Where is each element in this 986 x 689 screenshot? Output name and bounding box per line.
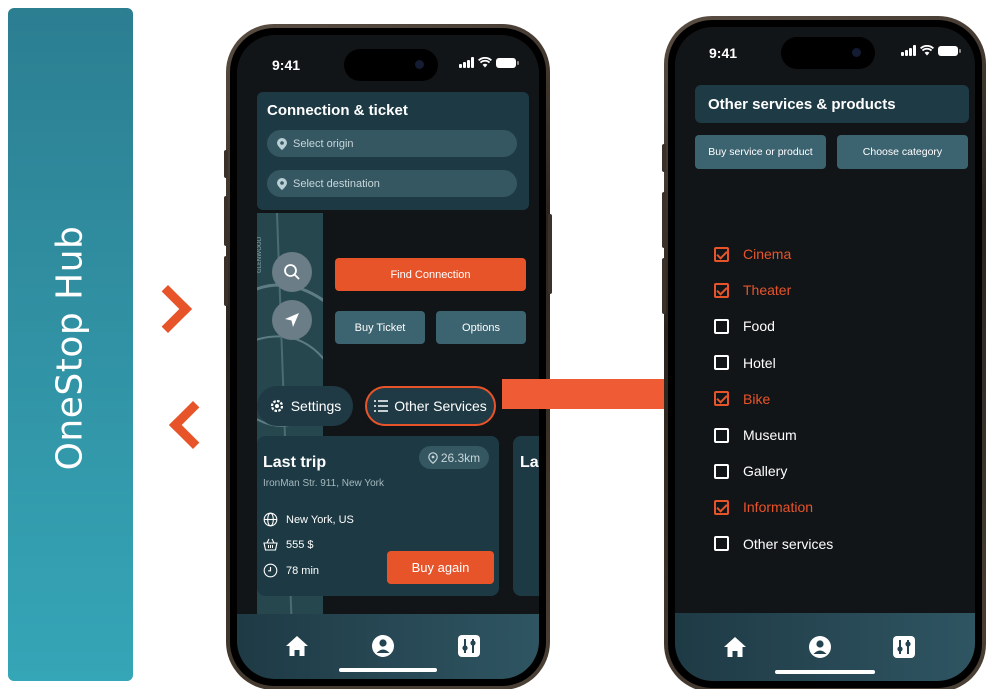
signal-icon (459, 57, 474, 68)
trip-duration-row: 78 min (263, 563, 319, 578)
checkbox-icon[interactable] (714, 427, 729, 443)
category-item[interactable]: Theater (714, 272, 833, 308)
svg-text:GLENWOOD: GLENWOOD (257, 236, 263, 273)
checkbox-icon[interactable] (714, 463, 729, 479)
basket-icon (263, 538, 278, 551)
settings-sliders-icon[interactable] (890, 633, 918, 661)
category-item[interactable]: Food (714, 308, 833, 344)
battery-icon (496, 57, 519, 68)
navigation-arrow-icon (285, 313, 299, 327)
location-pin-icon (277, 137, 287, 150)
category-label: Hotel (743, 354, 776, 371)
services-screen: 9:41 Other services & products Buy servi… (675, 27, 975, 681)
category-label: Other services (743, 535, 834, 552)
buy-ticket-button[interactable]: Buy Ticket (335, 311, 425, 344)
signal-icon (901, 45, 916, 56)
destination-placeholder: Select destination (293, 177, 380, 190)
trip-location-row: New York, US (263, 512, 354, 527)
status-time: 9:41 (709, 45, 738, 61)
category-label: Gallery (743, 463, 788, 480)
settings-button[interactable]: Settings (257, 386, 353, 426)
category-item[interactable]: Other services (714, 526, 833, 562)
trip-duration: 78 min (286, 564, 320, 577)
chevron-left-icon (168, 400, 218, 450)
checkbox-icon[interactable] (714, 318, 729, 334)
phone-services-screen: 9:41 Other services & products Buy servi… (662, 16, 986, 689)
dynamic-island (781, 37, 875, 69)
map-locate-button[interactable] (272, 300, 312, 340)
choose-category-button[interactable]: Choose category (837, 135, 968, 169)
chevron-right-icon (143, 284, 193, 334)
status-time: 9:41 (272, 57, 301, 73)
checkbox-icon[interactable] (714, 536, 729, 552)
tab-bar (675, 613, 975, 681)
origin-input[interactable]: Select origin (267, 130, 517, 157)
home-icon[interactable] (721, 633, 749, 661)
category-item[interactable]: Museum (714, 417, 833, 453)
globe-icon (263, 512, 278, 527)
category-label: Museum (743, 427, 797, 444)
search-icon (284, 264, 300, 280)
category-item[interactable]: Bike (714, 381, 833, 417)
last-trip-address: IronMan Str. 911, New York (263, 478, 384, 489)
connection-title: Connection & ticket (267, 102, 408, 119)
category-list: Cinema Theater Food Hotel Bike Museum Gallery I… (714, 236, 833, 562)
checkbox-icon[interactable] (714, 355, 729, 371)
home-indicator[interactable] (775, 670, 875, 674)
gear-icon (270, 399, 283, 413)
status-icons (901, 45, 961, 56)
settings-label: Settings (290, 398, 342, 414)
distance-badge: 26.3km (419, 446, 489, 469)
brand-title: OneStop Hub (49, 225, 91, 471)
distance-value: 26.3km (440, 450, 481, 465)
checkbox-checked-icon[interactable] (714, 282, 729, 298)
category-item[interactable]: Gallery (714, 453, 833, 489)
status-icons (459, 57, 519, 68)
category-label: Cinema (743, 246, 792, 263)
location-pin-icon (277, 177, 287, 190)
category-label: Information (743, 499, 814, 516)
category-item[interactable]: Hotel (714, 345, 833, 381)
settings-sliders-icon[interactable] (455, 632, 483, 660)
category-label: Bike (743, 390, 771, 407)
other-services-label: Other Services (394, 398, 487, 414)
options-button[interactable]: Options (436, 311, 526, 344)
checkbox-checked-icon[interactable] (714, 246, 729, 262)
find-connection-button[interactable]: Find Connection (335, 258, 526, 291)
tab-bar (237, 614, 539, 679)
wifi-icon (920, 45, 934, 56)
services-title: Other services & products (695, 85, 969, 123)
profile-icon[interactable] (806, 633, 834, 661)
category-item[interactable]: Information (714, 489, 833, 525)
trip-location: New York, US (286, 513, 354, 526)
dynamic-island (344, 49, 438, 81)
trip-price: 555 $ (286, 538, 314, 551)
buy-service-button[interactable]: Buy service or product (695, 135, 826, 169)
other-services-button[interactable]: Other Services (365, 386, 496, 426)
clock-icon (263, 563, 278, 578)
trip-price-row: 555 $ (263, 538, 314, 551)
buy-again-button[interactable]: Buy again (387, 551, 494, 584)
category-label: Theater (743, 282, 792, 299)
location-pin-icon (428, 451, 438, 464)
home-indicator[interactable] (339, 668, 437, 672)
profile-icon[interactable] (369, 632, 397, 660)
origin-placeholder: Select origin (293, 137, 354, 150)
home-icon[interactable] (283, 632, 311, 660)
brand-banner: OneStop Hub (8, 8, 133, 681)
home-screen: 9:41 GLENWOOD Connection & ticket Select… (237, 35, 539, 679)
checkbox-checked-icon[interactable] (714, 391, 729, 407)
next-trip-title: La (520, 454, 539, 471)
checkbox-checked-icon[interactable] (714, 499, 729, 515)
category-label: Food (743, 318, 775, 335)
last-trip-title: Last trip (263, 454, 327, 471)
wifi-icon (478, 57, 492, 68)
destination-input[interactable]: Select destination (267, 170, 517, 197)
category-item[interactable]: Cinema (714, 236, 833, 272)
battery-icon (938, 45, 961, 56)
map-search-button[interactable] (272, 252, 312, 292)
list-icon (374, 400, 389, 412)
